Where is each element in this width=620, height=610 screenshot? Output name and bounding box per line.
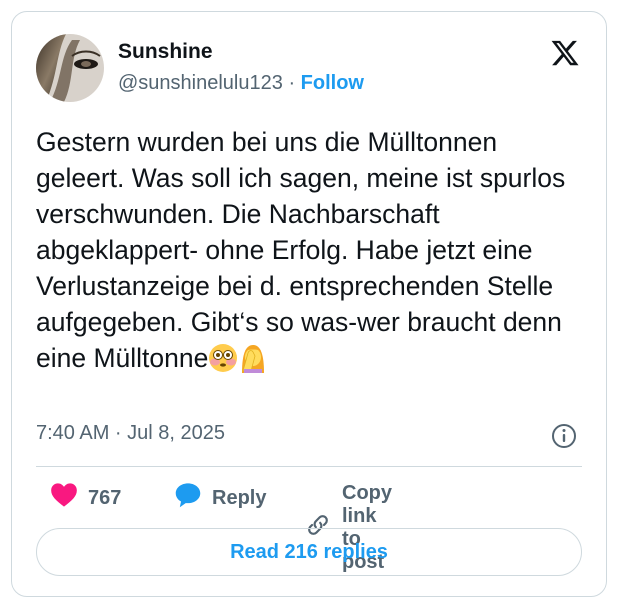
tweet-timestamp[interactable]: 7:40 AM · Jul 8, 2025 bbox=[36, 422, 225, 445]
reply-label: Reply bbox=[212, 486, 267, 509]
avatar[interactable] bbox=[36, 34, 104, 102]
follow-button[interactable]: Follow bbox=[301, 72, 364, 94]
reply-bubble-icon bbox=[174, 482, 202, 514]
info-icon[interactable] bbox=[551, 423, 577, 449]
author-meta: @sunshinelulu123 · Follow bbox=[118, 72, 364, 95]
tweet-card: Sunshine @sunshinelulu123 · Follow Geste… bbox=[11, 11, 607, 597]
author-handle[interactable]: @sunshinelulu123 bbox=[118, 72, 283, 94]
read-replies-label: Read 216 replies bbox=[230, 540, 388, 563]
meta-separator: · bbox=[288, 72, 296, 94]
divider bbox=[36, 466, 582, 467]
read-replies-button[interactable]: Read 216 replies bbox=[36, 528, 582, 576]
heart-icon bbox=[50, 482, 78, 514]
x-logo-icon[interactable] bbox=[550, 38, 580, 68]
woman-facepalming-icon bbox=[238, 343, 268, 382]
tweet-body: Gestern wurden bei uns die Mülltonnen ge… bbox=[36, 127, 566, 373]
reply-button[interactable]: Reply bbox=[174, 482, 266, 514]
like-button[interactable]: 767 bbox=[50, 482, 121, 514]
like-count: 767 bbox=[88, 486, 122, 509]
tweet-text: Gestern wurden bei uns die Mülltonnen ge… bbox=[36, 124, 592, 382]
flushed-face-icon bbox=[208, 343, 238, 382]
author-name[interactable]: Sunshine bbox=[118, 40, 213, 64]
